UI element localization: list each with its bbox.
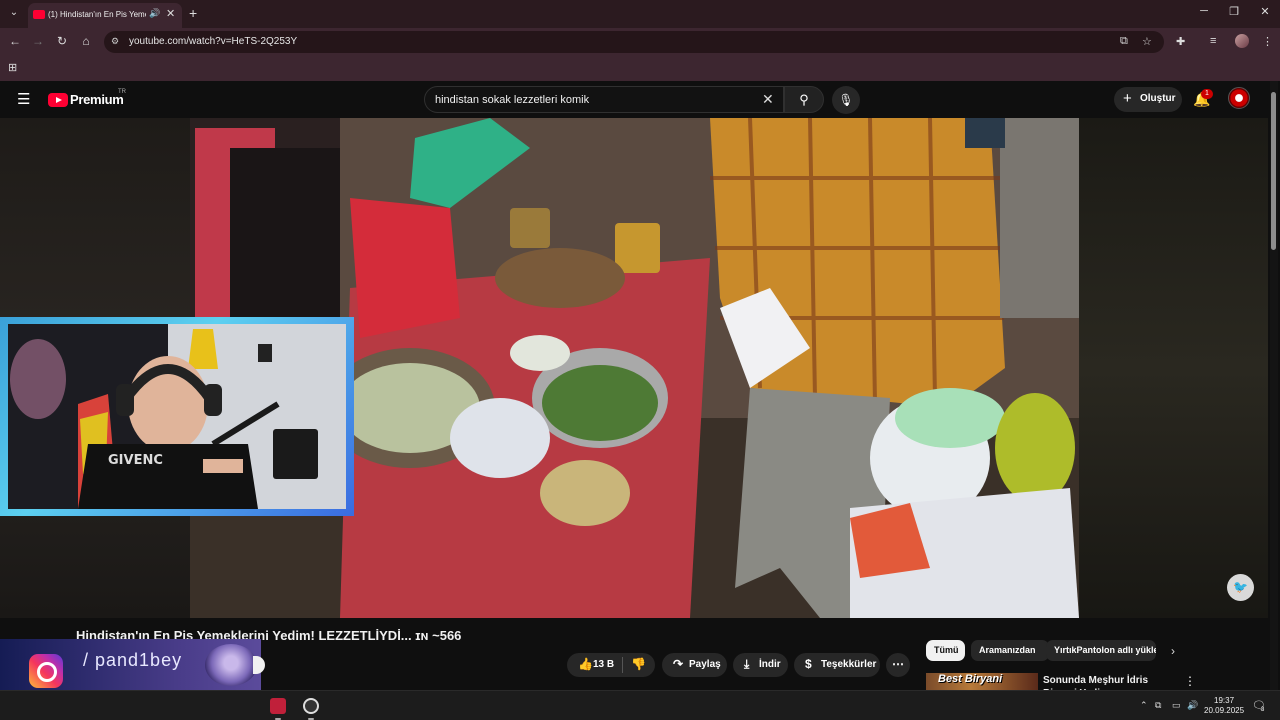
hamburger-menu-icon[interactable]: ☰ [17,90,30,108]
tab-close-icon[interactable]: ✕ [166,7,175,20]
page-scrollbar-thumb[interactable] [1271,92,1276,250]
like-dislike-group: 👍 13 B 👎 [567,653,655,677]
plus-icon: + [1123,90,1132,107]
forward-icon[interactable]: → [30,34,46,48]
thanks-label: Teşekkürler [821,659,877,670]
more-icon: ⋯ [892,657,904,671]
more-actions-button[interactable]: ⋯ [886,653,910,677]
search-icon: ⚲ [799,92,809,107]
back-icon[interactable]: ← [7,34,23,48]
dislike-icon[interactable]: 👎 [631,657,646,671]
voice-search-button[interactable]: 🎙 [832,86,860,114]
thumbnail-text: Best Biryani [938,673,1003,685]
clock-time: 19:37 [1214,696,1235,705]
webcam-overlay: GIVENC [0,317,354,516]
browser-tab-strip: ⌄ (1) Hindistan'ın En Pis Yeme 🔊 ✕ + ─ ❐… [0,0,1280,28]
account-avatar[interactable] [1228,87,1250,109]
webcam-scene: GIVENC [8,324,346,509]
chevron-right-icon[interactable]: › [1171,644,1175,658]
download-icon: ⤓ [744,657,750,671]
apps-grid-icon[interactable]: ⊞ [8,61,17,74]
thanks-button[interactable]: $ Teşekkürler [794,653,880,677]
bookmarks-bar: ⊞ [0,56,1280,81]
new-tab-icon[interactable]: + [189,5,197,21]
taskbar-browser-icon[interactable] [303,698,319,714]
notification-center-count: 3 [1261,707,1265,713]
like-count[interactable]: 13 B [593,659,614,670]
svg-text:GIVENC: GIVENC [108,453,163,468]
bookmark-star-icon[interactable]: ☆ [1142,35,1152,48]
subscribe-button[interactable] [253,656,265,674]
youtube-favicon-icon [33,10,45,19]
recommendation-menu-icon[interactable]: ⋮ [1184,674,1196,688]
download-button[interactable]: ⤓ İndir [733,653,788,677]
system-clock[interactable]: 19:37 20.09.2025 [1204,696,1244,716]
restore-icon[interactable]: ❐ [1224,5,1244,18]
chip-all[interactable]: Tümü [926,640,965,661]
minimize-icon[interactable]: ─ [1194,5,1214,17]
youtube-logo-icon[interactable] [48,93,68,107]
tray-app-icon[interactable]: ⧉ [1155,700,1161,711]
speaker-icon[interactable]: 🔊 [149,8,160,19]
extensions-icon[interactable]: ✚ [1176,35,1185,48]
window-close-icon[interactable]: ✕ [1255,5,1275,18]
region-code: TR [118,89,126,95]
search-button[interactable]: ⚲ [784,86,824,113]
chip-from-search[interactable]: Aramanızdan [971,640,1049,661]
share-button[interactable]: ↷ Paylaş [662,653,727,677]
create-button[interactable]: + Oluştur [1114,87,1182,112]
streamer-handle: / pand1bey [83,650,183,670]
reload-icon[interactable]: ↻ [54,34,70,48]
browser-menu-icon[interactable]: ⋮ [1262,35,1273,48]
instagram-icon [29,654,63,688]
url-text[interactable]: youtube.com/watch?v=HeTS-2Q253Y [129,36,297,47]
browser-tab[interactable]: (1) Hindistan'ın En Pis Yeme 🔊 ✕ [28,3,182,28]
share-label: Paylaş [689,659,721,670]
like-icon[interactable]: 👍 [578,657,593,671]
tab-title: (1) Hindistan'ın En Pis Yeme [48,10,146,19]
network-icon[interactable]: ▭ [1172,700,1181,711]
clock-date: 20.09.2025 [1204,706,1245,715]
player-ambient-right [1079,118,1268,618]
media-controls-icon[interactable]: ≡ [1210,35,1216,47]
create-label: Oluştur [1140,93,1176,104]
search-query[interactable]: hindistan sokak lezzetleri komik [435,94,589,106]
like-divider [622,657,623,673]
streamer-social-bar: / pand1bey [0,639,261,690]
home-icon[interactable]: ⌂ [78,34,94,48]
thanks-icon: $ [805,657,812,671]
webcam-frame: GIVENC [8,324,346,509]
download-label: İndir [759,659,781,670]
bear-mascot-icon [205,644,257,686]
profile-avatar[interactable] [1235,34,1249,48]
taskbar-app-icon[interactable] [270,698,286,714]
screen: ⌄ (1) Hindistan'ın En Pis Yeme 🔊 ✕ + ─ ❐… [0,0,1280,720]
tray-chevron-icon[interactable]: ⌃ [1140,700,1148,711]
browser-toolbar: ← → ↻ ⌂ ⚙ youtube.com/watch?v=HeTS-2Q253… [0,28,1280,56]
share-icon: ↷ [673,657,684,671]
miniplayer-icon[interactable]: 🐦 [1227,574,1254,601]
windows-taskbar: ⌃ ⧉ ▭ 🔊 19:37 20.09.2025 🗨 3 [0,690,1280,720]
youtube-brand[interactable]: Premium [70,92,124,107]
chip-uploader[interactable]: YırtıkPantolon adlı yükle [1046,640,1156,661]
clear-search-icon[interactable]: ✕ [762,91,774,108]
microphone-icon: 🎙 [838,93,854,107]
notification-badge: 1 [1201,89,1213,99]
youtube-header: ☰ Premium TR hindistan sokak lezzetleri … [0,81,1280,118]
tab-search-icon[interactable]: ⌄ [6,5,22,21]
search-input[interactable]: hindistan sokak lezzetleri komik ✕ [424,86,784,113]
install-app-icon[interactable]: ⧉ [1120,35,1128,48]
address-bar[interactable]: ⚙ youtube.com/watch?v=HeTS-2Q253Y ⧉ ☆ [104,31,1164,53]
site-info-icon[interactable]: ⚙ [111,36,119,47]
volume-icon[interactable]: 🔊 [1187,700,1198,711]
